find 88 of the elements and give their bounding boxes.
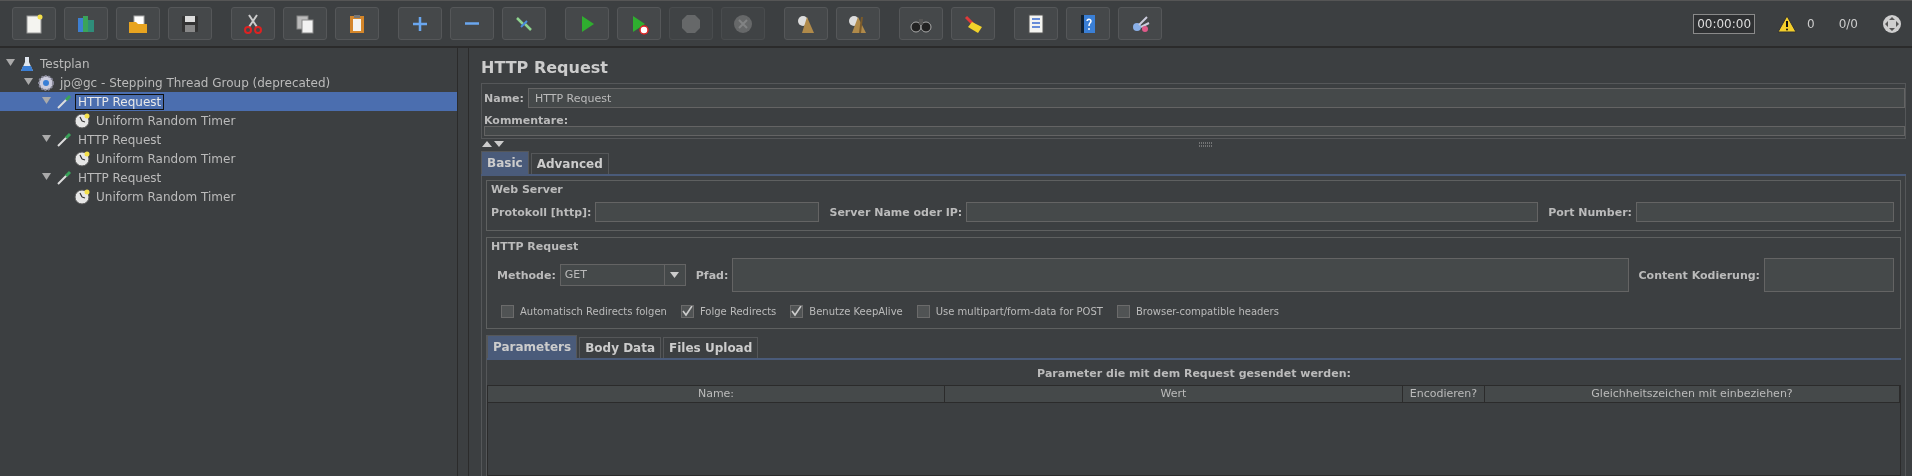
tree-item[interactable]: HTTP Request (75, 93, 165, 110)
panel-title: HTTP Request (481, 57, 609, 79)
field-label: Kommentare: (484, 113, 569, 127)
server-field[interactable] (966, 202, 1539, 222)
expand-toggle-icon[interactable] (6, 58, 15, 67)
toolbar-button[interactable] (12, 7, 56, 40)
checkbox[interactable]: Use multipart/form-data for POST (916, 305, 1103, 318)
tab[interactable]: Files Upload (663, 337, 759, 358)
pipette-icon (56, 169, 72, 186)
field-label: Server Name oder IP: (829, 205, 963, 219)
tab[interactable]: Basic (481, 151, 529, 174)
minus-icon (465, 22, 479, 25)
table-caption: Parameter die mit dem Request gesendet werden: (1036, 366, 1352, 382)
field-label: Content Kodierung: (1638, 268, 1760, 282)
checkmark-icon (681, 306, 693, 317)
collapse-arrows-icon (481, 140, 505, 148)
column-header[interactable]: Name: (488, 386, 945, 403)
column-header[interactable]: Encodieren? (1403, 386, 1485, 403)
name-field[interactable]: HTTP Request (527, 88, 1905, 108)
expand-icon (1882, 13, 1902, 34)
comment-field[interactable] (484, 126, 1905, 136)
drag-handle-icon (1198, 141, 1213, 147)
checkbox[interactable]: Automatisch Redirects folgen (501, 305, 667, 318)
column-header[interactable]: Gleichheitszeichen mit einbeziehen? (1485, 386, 1900, 403)
path-field[interactable] (732, 258, 1629, 292)
tab[interactable]: Parameters (487, 335, 578, 358)
warning-count: 0 (1807, 16, 1815, 31)
flask-icon (20, 55, 34, 72)
toolbar-button[interactable] (1118, 7, 1162, 40)
tree-item[interactable]: HTTP Request (75, 169, 165, 186)
tree-item[interactable]: HTTP Request (75, 131, 165, 148)
tree-item[interactable]: Uniform Random Timer (93, 112, 239, 129)
toolbar-button[interactable] (116, 7, 160, 40)
encoding-field[interactable] (1764, 258, 1894, 292)
checkbox[interactable]: Browser-compatible headers (1116, 305, 1279, 318)
checkbox[interactable]: Benutze KeepAlive (790, 305, 903, 318)
field-label: Pfad: (695, 268, 729, 282)
warning-icon (1777, 14, 1798, 33)
tree-item[interactable]: Testplan (37, 55, 93, 72)
toolbar-button[interactable] (617, 7, 661, 40)
checkbox[interactable]: Folge Redirects (680, 305, 777, 318)
stop-icon (680, 12, 702, 35)
pipette-icon (56, 131, 72, 148)
field-label: Methode: (497, 268, 556, 282)
field-label: Protokoll [http]: (491, 205, 592, 219)
open-folder-icon (127, 12, 149, 35)
new-file-icon (23, 12, 45, 35)
clock-icon (74, 188, 90, 205)
gear-icon (38, 74, 54, 91)
toolbar-button[interactable] (784, 7, 828, 40)
tree-item[interactable]: Uniform Random Timer (93, 150, 239, 167)
toolbar-button[interactable] (335, 7, 379, 40)
toolbar-button[interactable] (951, 7, 995, 40)
toolbar-button[interactable] (1014, 7, 1058, 40)
elapsed-timer: 00:00:00 (1693, 13, 1756, 34)
toolbar-button[interactable] (231, 7, 275, 40)
clock-icon (74, 112, 90, 129)
expand-toggle-icon[interactable] (42, 172, 51, 181)
toolbar-button[interactable] (502, 7, 546, 40)
thread-count: 0/0 (1838, 16, 1858, 31)
method-dropdown[interactable]: GET (559, 264, 686, 286)
shutdown-icon (732, 12, 754, 35)
tab[interactable]: Advanced (530, 153, 609, 174)
list-icon (1025, 12, 1047, 35)
expand-toggle-icon[interactable] (42, 134, 51, 143)
toolbar-button[interactable] (168, 7, 212, 40)
tree-item[interactable]: Uniform Random Timer (93, 188, 239, 205)
port-field[interactable] (1636, 202, 1894, 222)
expand-toggle-icon[interactable] (24, 77, 33, 86)
field-label: Port Number: (1548, 205, 1632, 219)
caret-icon (670, 272, 680, 278)
expand-toggle-icon[interactable] (42, 96, 51, 105)
toolbar-button[interactable] (283, 7, 327, 40)
group-title: HTTP Request (491, 240, 579, 253)
toolbar-button[interactable] (836, 7, 880, 40)
column-header[interactable]: Wert (945, 386, 1403, 403)
scissors-icon (242, 12, 264, 35)
toolbar-button[interactable] (1066, 7, 1110, 40)
clock-icon (74, 150, 90, 167)
toolbar-button[interactable] (899, 7, 943, 40)
tab[interactable]: Body Data (579, 337, 662, 358)
protocol-field[interactable] (595, 202, 820, 222)
checkmark-icon (791, 306, 803, 317)
pipette-icon (56, 93, 72, 110)
group-title: Web Server (491, 183, 563, 196)
tree-item[interactable]: jp@gc - Stepping Thread Group (deprecated) (57, 74, 334, 91)
field-label: Name: (484, 91, 524, 105)
copy-icon (294, 12, 316, 35)
